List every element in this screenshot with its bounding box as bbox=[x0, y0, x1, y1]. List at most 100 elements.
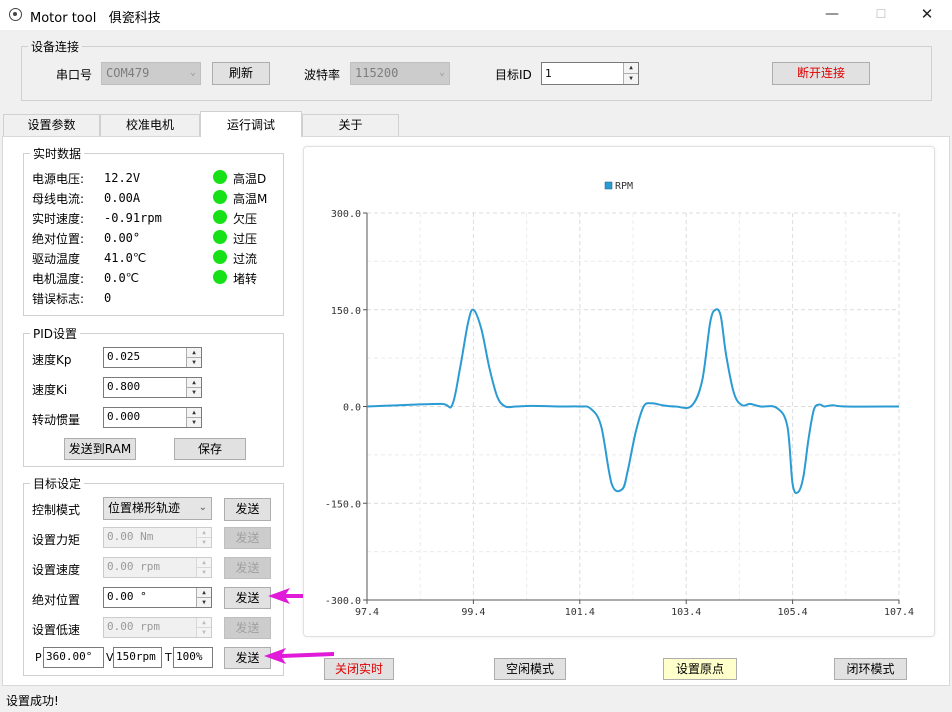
set-origin-button[interactable]: 设置原点 bbox=[663, 658, 737, 680]
status-message: 设置成功! bbox=[6, 694, 59, 708]
spin-down-icon[interactable]: ▼ bbox=[196, 627, 211, 637]
spin-up-icon[interactable]: ▲ bbox=[196, 528, 211, 538]
baud-label: 波特率 bbox=[304, 68, 341, 82]
spin-up-icon[interactable]: ▲ bbox=[196, 618, 211, 628]
refresh-button[interactable]: 刷新 bbox=[212, 62, 270, 85]
error-flag-label: 错误标志: bbox=[32, 292, 85, 306]
rpm-chart: 97.4 99.4 101.4 103.4 105.4 107.4 300.0 150.0 0.… bbox=[325, 181, 914, 618]
tab-run-debug[interactable]: 运行调试 bbox=[200, 111, 302, 137]
spin-up-icon[interactable]: ▲ bbox=[196, 558, 211, 568]
spin-up-icon[interactable]: ▲ bbox=[196, 588, 211, 598]
indicator-overcurrent: 过流 bbox=[233, 252, 258, 266]
spin-up-icon[interactable]: ▲ bbox=[186, 378, 201, 388]
tab-settings[interactable]: 设置参数 bbox=[3, 114, 100, 136]
spin-down-icon[interactable]: ▼ bbox=[196, 597, 211, 607]
spin-up-icon[interactable]: ▲ bbox=[623, 63, 638, 74]
chevron-down-icon: ⌄ bbox=[198, 502, 207, 513]
indicator-high-temp-d: 高温D bbox=[233, 172, 267, 186]
disconnect-button[interactable]: 断开连接 bbox=[772, 62, 870, 85]
torque-label: 设置力矩 bbox=[32, 533, 81, 547]
motor-temp-label: 电机温度: bbox=[32, 272, 85, 286]
x-tick-label: 97.4 bbox=[355, 607, 379, 618]
realtime-speed-label: 实时速度: bbox=[32, 212, 85, 226]
speed-value: 0.00 rpm bbox=[107, 560, 160, 573]
trajectory-t-input[interactable]: 100% bbox=[173, 647, 213, 668]
low-speed-value: 0.00 rpm bbox=[107, 620, 160, 633]
send-torque-button[interactable]: 发送 bbox=[224, 527, 271, 549]
trajectory-p-label: P bbox=[35, 651, 42, 664]
trajectory-p-input[interactable]: 360.00° bbox=[43, 647, 104, 668]
position-input[interactable]: 0.00 ° ▲ ▼ bbox=[103, 587, 212, 608]
chevron-down-icon: ⌄ bbox=[189, 67, 196, 78]
speed-kp-value: 0.025 bbox=[107, 350, 141, 363]
speed-kp-label: 速度Kp bbox=[32, 353, 72, 367]
port-value: COM479 bbox=[106, 66, 150, 80]
supply-voltage-value: 12.2V bbox=[104, 171, 141, 185]
send-to-ram-button[interactable]: 发送到RAM bbox=[64, 438, 136, 460]
x-tick-label: 105.4 bbox=[778, 607, 808, 618]
driver-temp-label: 驱动温度 bbox=[32, 252, 81, 266]
driver-temp-value: 41.0℃ bbox=[104, 251, 147, 265]
torque-input[interactable]: 0.00 Nm ▲ ▼ bbox=[103, 527, 212, 548]
x-tick-label: 101.4 bbox=[565, 607, 595, 618]
port-select[interactable]: COM479 ⌄ bbox=[101, 62, 201, 85]
speed-kp-input[interactable]: 0.025 ▲ ▼ bbox=[103, 347, 202, 368]
inertia-input[interactable]: 0.000 ▲ ▼ bbox=[103, 407, 202, 428]
indicator-undervoltage: 欠压 bbox=[233, 212, 258, 226]
pid-settings-title: PID设置 bbox=[30, 325, 81, 342]
motor-temp-value: 0.0℃ bbox=[104, 271, 140, 285]
absolute-position-label: 绝对位置: bbox=[32, 232, 85, 246]
send-speed-button[interactable]: 发送 bbox=[224, 557, 271, 579]
idle-mode-button[interactable]: 空闲模式 bbox=[494, 658, 566, 680]
bus-current-value: 0.00A bbox=[104, 191, 141, 205]
status-led-icon bbox=[213, 230, 227, 244]
send-mode-button[interactable]: 发送 bbox=[224, 498, 271, 521]
y-tick-label: -300.0 bbox=[325, 596, 361, 607]
close-realtime-button[interactable]: 关闭实时 bbox=[324, 658, 394, 680]
vendor-name: 俱瓷科技 bbox=[108, 11, 161, 26]
low-speed-input[interactable]: 0.00 rpm ▲ ▼ bbox=[103, 617, 212, 638]
realtime-data-title: 实时数据 bbox=[30, 145, 85, 162]
spin-up-icon[interactable]: ▲ bbox=[186, 348, 201, 358]
speed-input[interactable]: 0.00 rpm ▲ ▼ bbox=[103, 557, 212, 578]
low-speed-label: 设置低速 bbox=[32, 623, 81, 637]
spin-down-icon[interactable]: ▼ bbox=[186, 417, 201, 427]
control-mode-select[interactable]: 位置梯形轨迹 ⌄ bbox=[103, 497, 212, 520]
target-id-input[interactable]: 1 ▲ ▼ bbox=[541, 62, 639, 85]
spin-down-icon[interactable]: ▼ bbox=[623, 73, 638, 84]
send-position-button[interactable]: 发送 bbox=[224, 587, 271, 609]
tab-calibrate[interactable]: 校准电机 bbox=[100, 114, 200, 136]
speed-ki-input[interactable]: 0.800 ▲ ▼ bbox=[103, 377, 202, 398]
position-value: 0.00 ° bbox=[107, 590, 147, 603]
target-settings-title: 目标设定 bbox=[30, 475, 85, 492]
status-led-icon bbox=[213, 190, 227, 204]
target-id-value: 1 bbox=[545, 67, 552, 80]
spin-up-icon[interactable]: ▲ bbox=[186, 408, 201, 418]
status-led-icon bbox=[213, 170, 227, 184]
status-led-icon bbox=[213, 270, 227, 284]
speed-ki-value: 0.800 bbox=[107, 380, 141, 393]
minimize-button[interactable]: — bbox=[818, 3, 846, 27]
window-title: Motor tool 俱瓷科技 bbox=[30, 7, 161, 26]
indicator-stall: 堵转 bbox=[233, 272, 258, 286]
close-button[interactable]: ✕ bbox=[908, 3, 946, 27]
x-tick-label: 99.4 bbox=[461, 607, 485, 618]
speed-ki-label: 速度Ki bbox=[32, 383, 68, 397]
baud-select[interactable]: 115200 ⌄ bbox=[350, 62, 450, 85]
tab-about[interactable]: 关于 bbox=[302, 114, 399, 136]
send-low-speed-button[interactable]: 发送 bbox=[224, 617, 271, 639]
bus-current-label: 母线电流: bbox=[32, 192, 85, 206]
spin-down-icon[interactable]: ▼ bbox=[196, 537, 211, 547]
maximize-button[interactable]: ☐ bbox=[862, 3, 900, 27]
spin-down-icon[interactable]: ▼ bbox=[186, 357, 201, 367]
save-button[interactable]: 保存 bbox=[174, 438, 246, 460]
speed-label: 设置速度 bbox=[32, 563, 81, 577]
y-tick-label: 150.0 bbox=[331, 306, 361, 317]
legend-swatch bbox=[604, 181, 613, 190]
y-tick-label: 300.0 bbox=[331, 209, 361, 220]
x-tick-label: 107.4 bbox=[884, 607, 914, 618]
spin-down-icon[interactable]: ▼ bbox=[196, 567, 211, 577]
trajectory-v-input[interactable]: 150rpm bbox=[113, 647, 162, 668]
closed-loop-button[interactable]: 闭环模式 bbox=[834, 658, 907, 680]
spin-down-icon[interactable]: ▼ bbox=[186, 387, 201, 397]
